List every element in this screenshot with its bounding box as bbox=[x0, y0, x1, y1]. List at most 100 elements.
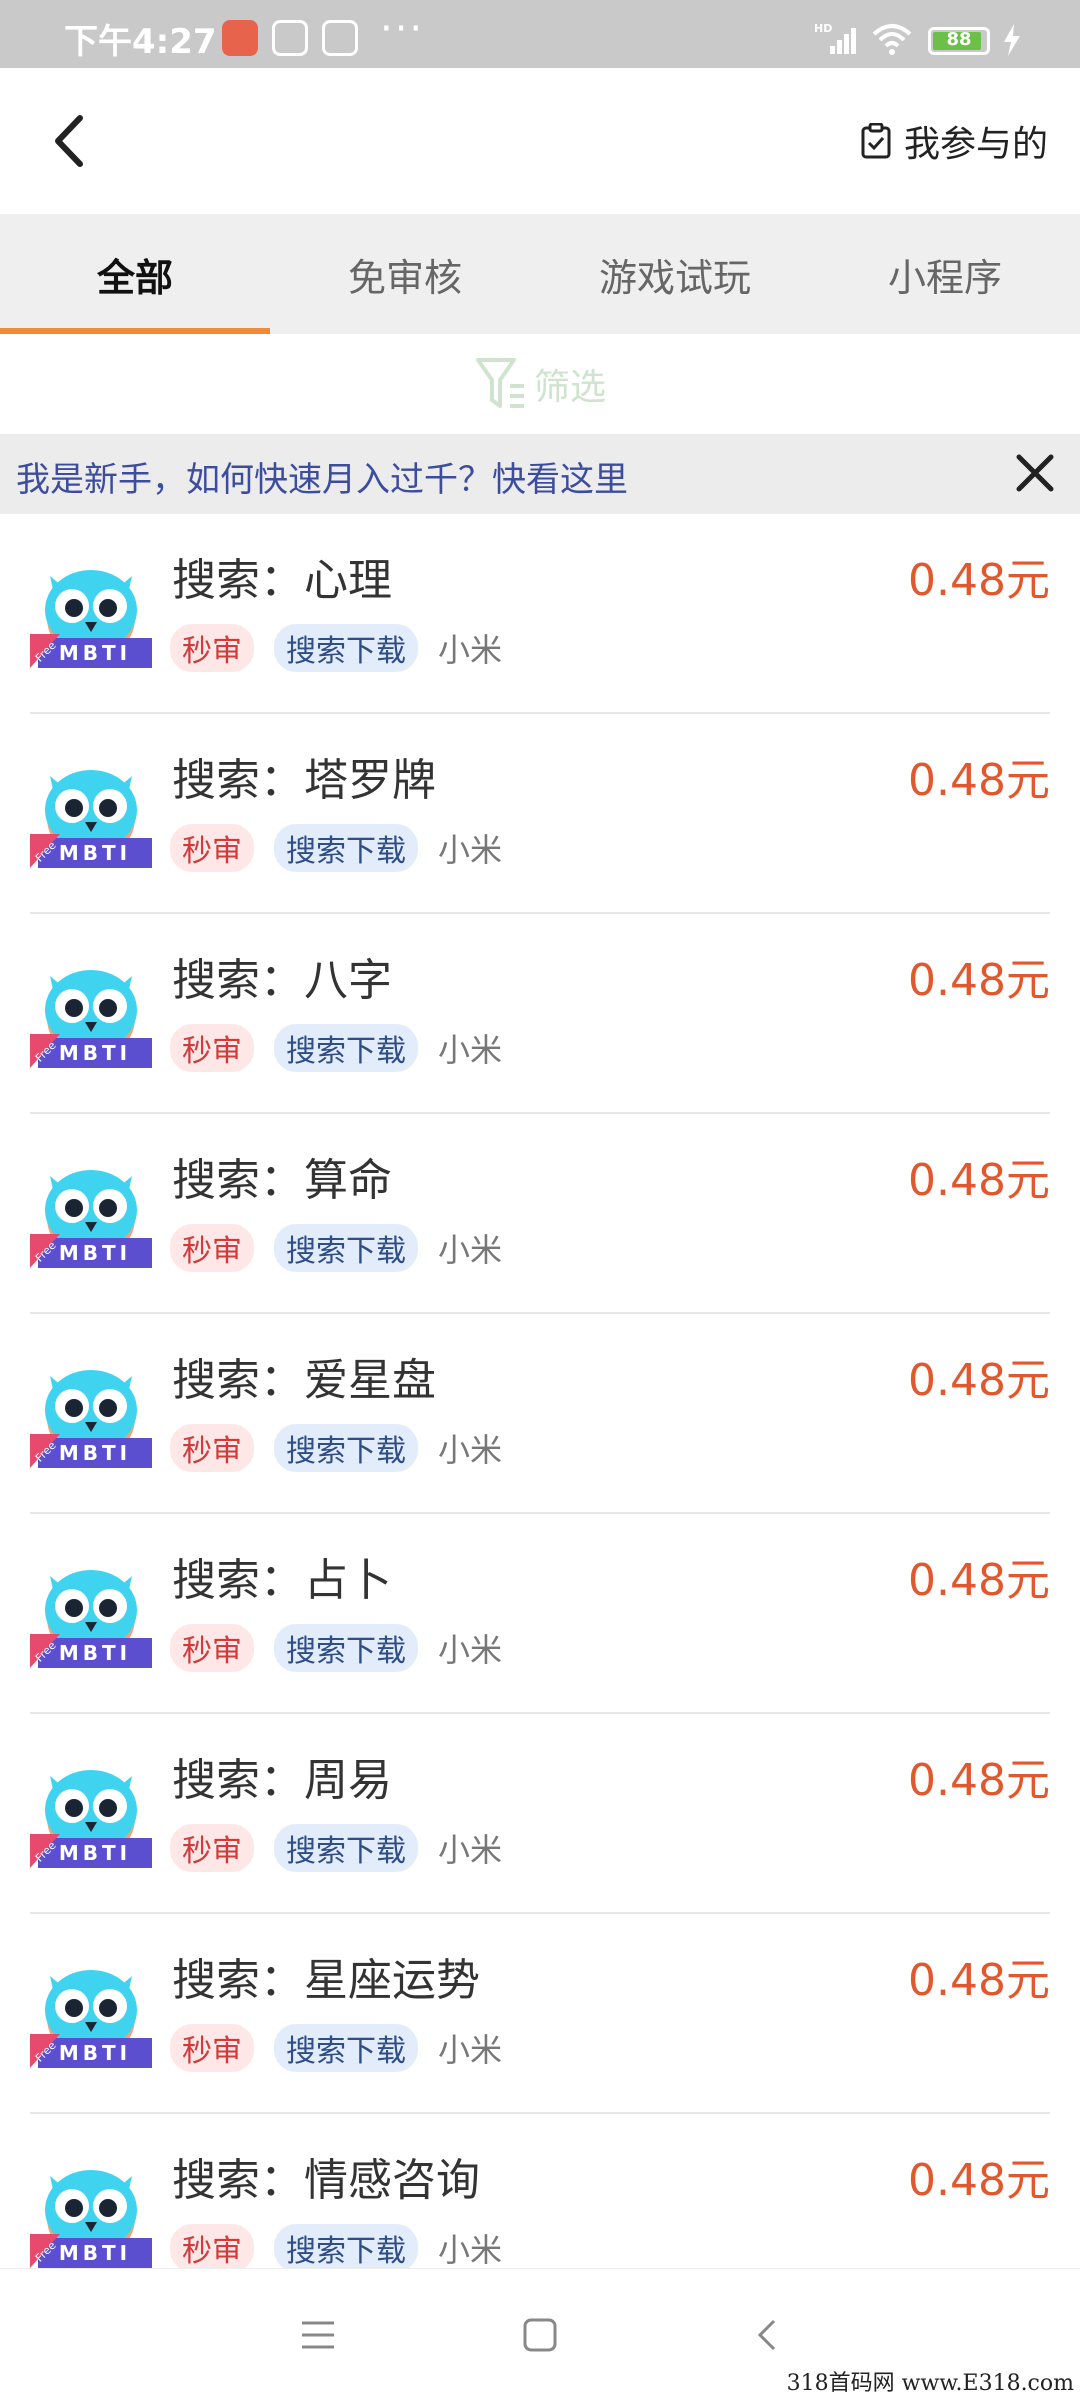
icon-badge-text: MBTI bbox=[59, 1041, 131, 1065]
icon-badge-text: MBTI bbox=[59, 841, 131, 865]
platform-label: 小米 bbox=[438, 631, 503, 669]
notification-app-icon bbox=[272, 20, 308, 56]
platform-label: 小米 bbox=[438, 1231, 503, 1269]
task-item[interactable]: MBTI Free 搜索：情感咨询 0.48元 秒审 搜索下载 小米 bbox=[30, 2114, 1050, 2268]
search-download-tag: 搜索下载 bbox=[274, 1024, 418, 1072]
mbti-owl-app-icon: MBTI Free bbox=[30, 570, 152, 668]
notification-app-icon bbox=[322, 20, 358, 56]
category-tabs: 全部 免审核 游戏试玩 小程序 bbox=[0, 214, 1080, 334]
mbti-owl-app-icon: MBTI Free bbox=[30, 1970, 152, 2068]
task-tags: 秒审 搜索下载 小米 bbox=[170, 1424, 502, 1472]
task-title: 搜索：星座运势 bbox=[172, 1955, 480, 2006]
search-download-tag: 搜索下载 bbox=[274, 624, 418, 672]
filter-button[interactable]: 筛选 bbox=[0, 334, 1080, 434]
quick-review-tag: 秒审 bbox=[170, 1024, 254, 1072]
task-title: 搜索：塔罗牌 bbox=[172, 755, 436, 806]
task-reward: 0.48元 bbox=[908, 755, 1050, 806]
quick-review-tag: 秒审 bbox=[170, 1424, 254, 1472]
platform-label: 小米 bbox=[438, 831, 503, 869]
task-title: 搜索：算命 bbox=[172, 1155, 392, 1206]
quick-review-tag: 秒审 bbox=[170, 2024, 254, 2072]
icon-badge-text: MBTI bbox=[59, 2041, 131, 2065]
mbti-owl-app-icon: MBTI Free bbox=[30, 2170, 152, 2268]
task-tags: 秒审 搜索下载 小米 bbox=[170, 1824, 502, 1872]
newbie-guide-banner[interactable]: 我是新手，如何快速月入过千？快看这里 bbox=[0, 434, 1080, 514]
system-navigation-bar: 318首码网 www.E318.com bbox=[0, 2268, 1080, 2401]
close-icon[interactable] bbox=[1010, 448, 1060, 498]
newbie-guide-text[interactable]: 我是新手，如何快速月入过千？快看这里 bbox=[16, 452, 628, 501]
tab-no-review[interactable]: 免审核 bbox=[270, 214, 540, 334]
task-reward: 0.48元 bbox=[908, 2155, 1050, 2206]
task-title: 搜索：周易 bbox=[172, 1755, 392, 1806]
battery-level: 88 bbox=[946, 29, 972, 50]
more-notifications-icon: ··· bbox=[380, 6, 425, 52]
search-download-tag: 搜索下载 bbox=[274, 1824, 418, 1872]
mbti-owl-app-icon: MBTI Free bbox=[30, 1570, 152, 1668]
quick-review-tag: 秒审 bbox=[170, 824, 254, 872]
top-app-bar: 我参与的 bbox=[0, 68, 1080, 214]
task-list: MBTI Free 搜索：心理 0.48元 秒审 搜索下载 小米 MBTI Fr… bbox=[0, 514, 1080, 2268]
search-download-tag: 搜索下载 bbox=[274, 1624, 418, 1672]
task-item[interactable]: MBTI Free 搜索：心理 0.48元 秒审 搜索下载 小米 bbox=[30, 514, 1050, 714]
task-item[interactable]: MBTI Free 搜索：占卜 0.48元 秒审 搜索下载 小米 bbox=[30, 1514, 1050, 1714]
status-bar: 下午4:27 ··· HD 88 bbox=[0, 0, 1080, 68]
search-download-tag: 搜索下载 bbox=[274, 2224, 418, 2268]
wifi-icon bbox=[872, 24, 912, 55]
task-item[interactable]: MBTI Free 搜索：算命 0.48元 秒审 搜索下载 小米 bbox=[30, 1114, 1050, 1314]
signal-icon: HD bbox=[814, 22, 856, 54]
notification-app-icon bbox=[222, 20, 258, 56]
watermark: 318首码网 www.E318.com bbox=[786, 2371, 1074, 2396]
task-tags: 秒审 搜索下载 小米 bbox=[170, 1624, 502, 1672]
back-icon[interactable] bbox=[746, 2313, 790, 2357]
search-download-tag: 搜索下载 bbox=[274, 824, 418, 872]
tab-mini-program[interactable]: 小程序 bbox=[810, 214, 1080, 334]
filter-icon bbox=[475, 358, 524, 408]
back-arrow-icon[interactable] bbox=[38, 106, 98, 176]
clipboard-check-icon bbox=[861, 123, 891, 159]
network-type-label: HD bbox=[814, 22, 832, 35]
task-item[interactable]: MBTI Free 搜索：周易 0.48元 秒审 搜索下载 小米 bbox=[30, 1714, 1050, 1914]
task-reward: 0.48元 bbox=[908, 1555, 1050, 1606]
task-item[interactable]: MBTI Free 搜索：星座运势 0.48元 秒审 搜索下载 小米 bbox=[30, 1914, 1050, 2114]
task-item[interactable]: MBTI Free 搜索：八字 0.48元 秒审 搜索下载 小米 bbox=[30, 914, 1050, 1114]
menu-icon[interactable] bbox=[296, 2313, 340, 2357]
task-tags: 秒审 搜索下载 小米 bbox=[170, 824, 502, 872]
task-reward: 0.48元 bbox=[908, 1355, 1050, 1406]
tab-game-trial[interactable]: 游戏试玩 bbox=[540, 214, 810, 334]
platform-label: 小米 bbox=[438, 1431, 503, 1469]
icon-badge-text: MBTI bbox=[59, 1641, 131, 1665]
my-participation-label: 我参与的 bbox=[903, 124, 1048, 165]
task-reward: 0.48元 bbox=[908, 1755, 1050, 1806]
platform-label: 小米 bbox=[438, 2031, 503, 2069]
my-participation-button[interactable]: 我参与的 bbox=[860, 116, 1048, 166]
quick-review-tag: 秒审 bbox=[170, 2224, 254, 2268]
mbti-owl-app-icon: MBTI Free bbox=[30, 770, 152, 868]
task-reward: 0.48元 bbox=[908, 555, 1050, 606]
quick-review-tag: 秒审 bbox=[170, 1824, 254, 1872]
task-tags: 秒审 搜索下载 小米 bbox=[170, 2024, 502, 2072]
task-title: 搜索：爱星盘 bbox=[172, 1355, 436, 1406]
task-item[interactable]: MBTI Free 搜索：塔罗牌 0.48元 秒审 搜索下载 小米 bbox=[30, 714, 1050, 914]
tab-all[interactable]: 全部 bbox=[0, 214, 270, 334]
task-item[interactable]: MBTI Free 搜索：爱星盘 0.48元 秒审 搜索下载 小米 bbox=[30, 1314, 1050, 1514]
icon-badge-text: MBTI bbox=[59, 1441, 131, 1465]
search-download-tag: 搜索下载 bbox=[274, 2024, 418, 2072]
status-time: 下午4:27 bbox=[64, 22, 217, 62]
icon-badge-text: MBTI bbox=[59, 1241, 131, 1265]
mbti-owl-app-icon: MBTI Free bbox=[30, 1370, 152, 1468]
search-download-tag: 搜索下载 bbox=[274, 1424, 418, 1472]
task-title: 搜索：心理 bbox=[172, 555, 392, 606]
charging-icon bbox=[1004, 24, 1020, 56]
quick-review-tag: 秒审 bbox=[170, 624, 254, 672]
home-icon[interactable] bbox=[518, 2313, 562, 2357]
platform-label: 小米 bbox=[438, 1631, 503, 1669]
task-reward: 0.48元 bbox=[908, 1155, 1050, 1206]
icon-badge-text: MBTI bbox=[59, 2241, 131, 2265]
quick-review-tag: 秒审 bbox=[170, 1624, 254, 1672]
task-tags: 秒审 搜索下载 小米 bbox=[170, 1024, 502, 1072]
task-tags: 秒审 搜索下载 小米 bbox=[170, 624, 502, 672]
platform-label: 小米 bbox=[438, 1031, 503, 1069]
battery-icon: 88 bbox=[928, 27, 990, 55]
task-title: 搜索：八字 bbox=[172, 955, 392, 1006]
task-tags: 秒审 搜索下载 小米 bbox=[170, 2224, 502, 2268]
